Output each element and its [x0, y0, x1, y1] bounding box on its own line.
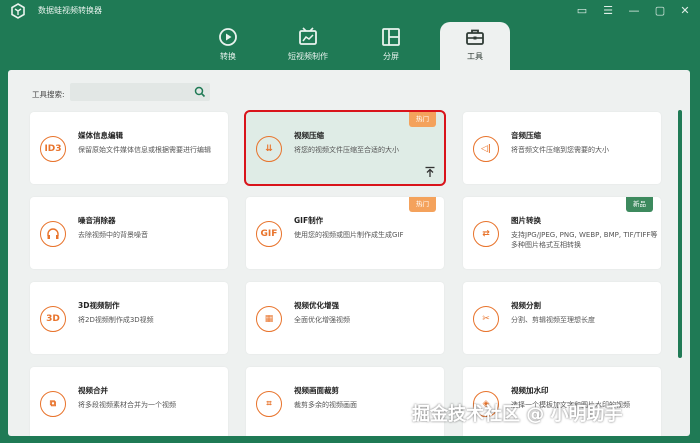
headphones-icon — [40, 221, 66, 247]
tool-title: 视频合并 — [78, 386, 108, 395]
tool-desc: 保留原始文件媒体信息或根据需要进行编辑 — [78, 146, 211, 154]
short-video-icon — [299, 27, 317, 45]
toolbox-icon — [466, 29, 484, 45]
tool-desc: 将多段视频素材合并为一个视频 — [78, 401, 176, 409]
crop-icon: ⌗ — [256, 391, 282, 417]
tool-title: GIF制作 — [294, 216, 324, 225]
tool-title: 视频优化增强 — [294, 301, 339, 310]
tab-short-video[interactable]: 短视频制作 — [273, 24, 343, 70]
audio-compress-icon: ◁| — [473, 136, 499, 162]
tab-tools[interactable]: 工具 — [440, 22, 510, 70]
tool-title: 3D视频制作 — [78, 301, 120, 310]
search-label: 工具搜索: — [32, 90, 65, 99]
tool-desc: 去除视频中的背景噪音 — [78, 231, 148, 239]
split-screen-icon — [382, 28, 400, 46]
tool-title: 视频压缩 — [294, 131, 324, 140]
tool-title: 视频分割 — [511, 301, 541, 310]
tools-panel: 工具搜索: ID3 媒体信息编辑 保留原始文件媒体信息或根据需要进行编辑 热门 … — [8, 70, 690, 436]
tool-card-image-convert[interactable]: 新品 ⇄ 图片转换 支持JPG/JPEG, PNG, WEBP, BMP, TI… — [463, 197, 661, 269]
tool-card-video-enhance[interactable]: ▦ 视频优化增强 全面优化增强视频 — [246, 282, 444, 354]
pin-top-icon[interactable] — [424, 166, 436, 178]
merge-icon: ⧉ — [40, 391, 66, 417]
3d-icon: 3D — [40, 306, 66, 332]
tool-desc: 全面优化增强视频 — [294, 316, 350, 324]
hot-badge: 热门 — [409, 197, 436, 212]
tab-split-screen-label: 分屏 — [383, 52, 399, 61]
tool-desc: 将音频文件压缩到您需要的大小 — [511, 146, 609, 154]
tab-convert[interactable]: 转换 — [193, 24, 263, 70]
tool-desc: 分割、剪辑视频至理想长度 — [511, 316, 595, 324]
tool-card-gif-maker[interactable]: 热门 GIF GIF制作 使用您的视频或图片制作成生成GIF — [246, 197, 444, 269]
tool-card-noise-remover[interactable]: 噪音消除器 去除视频中的背景噪音 — [30, 197, 228, 269]
tool-title: 音频压缩 — [511, 131, 541, 140]
tool-desc: 使用您的视频或图片制作成生成GIF — [294, 231, 404, 239]
app-title: 数据蛙视频转换器 — [38, 6, 102, 15]
tool-card-audio-compress[interactable]: ◁| 音频压缩 将音频文件压缩到您需要的大小 — [463, 112, 661, 184]
tool-card-media-info[interactable]: ID3 媒体信息编辑 保留原始文件媒体信息或根据需要进行编辑 — [30, 112, 228, 184]
new-badge: 新品 — [626, 197, 653, 212]
convert-icon — [219, 28, 237, 46]
site-watermark: 掘金技术社区 @ 小明助手 — [412, 404, 623, 425]
tool-card-video-compress[interactable]: 热门 ⇊ 视频压缩 将您的视频文件压缩至合适的大小 — [244, 110, 446, 186]
tool-title: 噪音消除器 — [78, 216, 116, 225]
tool-card-3d-video[interactable]: 3D 3D视频制作 将2D视频制作成3D视频 — [30, 282, 228, 354]
id3-icon: ID3 — [40, 136, 66, 162]
chat-icon[interactable]: ▭ — [574, 3, 590, 19]
tool-title: 视频加水印 — [511, 386, 549, 395]
image-convert-icon: ⇄ — [473, 221, 499, 247]
tab-split-screen[interactable]: 分屏 — [356, 24, 426, 70]
tool-title: 图片转换 — [511, 216, 541, 225]
search-icon[interactable] — [194, 86, 206, 98]
tool-desc: 将2D视频制作成3D视频 — [78, 316, 154, 324]
scrollbar[interactable] — [678, 110, 682, 358]
menu-icon[interactable]: ☰ — [600, 3, 616, 19]
gif-icon: GIF — [256, 221, 282, 247]
compress-icon: ⇊ — [256, 136, 282, 162]
tab-convert-label: 转换 — [220, 52, 236, 61]
close-button[interactable]: ✕ — [677, 3, 693, 19]
tool-card-video-split[interactable]: ✂ 视频分割 分割、剪辑视频至理想长度 — [463, 282, 661, 354]
title-bar: 数据蛙视频转换器 ▭ ☰ — ▢ ✕ — [0, 0, 700, 22]
hot-badge: 热门 — [409, 112, 436, 127]
tool-card-video-merge[interactable]: ⧉ 视频合并 将多段视频素材合并为一个视频 — [30, 367, 228, 436]
search-input[interactable] — [70, 83, 210, 101]
app-logo-icon — [11, 3, 25, 19]
tool-title: 媒体信息编辑 — [78, 131, 123, 140]
tab-tools-label: 工具 — [467, 52, 483, 61]
tool-title: 视频画面裁剪 — [294, 386, 339, 395]
tool-desc: 将您的视频文件压缩至合适的大小 — [294, 146, 399, 154]
enhance-icon: ▦ — [256, 306, 282, 332]
maximize-button[interactable]: ▢ — [652, 3, 668, 19]
tool-desc: 支持JPG/JPEG, PNG, WEBP, BMP, TIF/TIFF等多种图… — [511, 231, 658, 249]
scissors-icon: ✂ — [473, 306, 499, 332]
tab-short-video-label: 短视频制作 — [288, 52, 328, 61]
minimize-button[interactable]: — — [626, 3, 642, 19]
